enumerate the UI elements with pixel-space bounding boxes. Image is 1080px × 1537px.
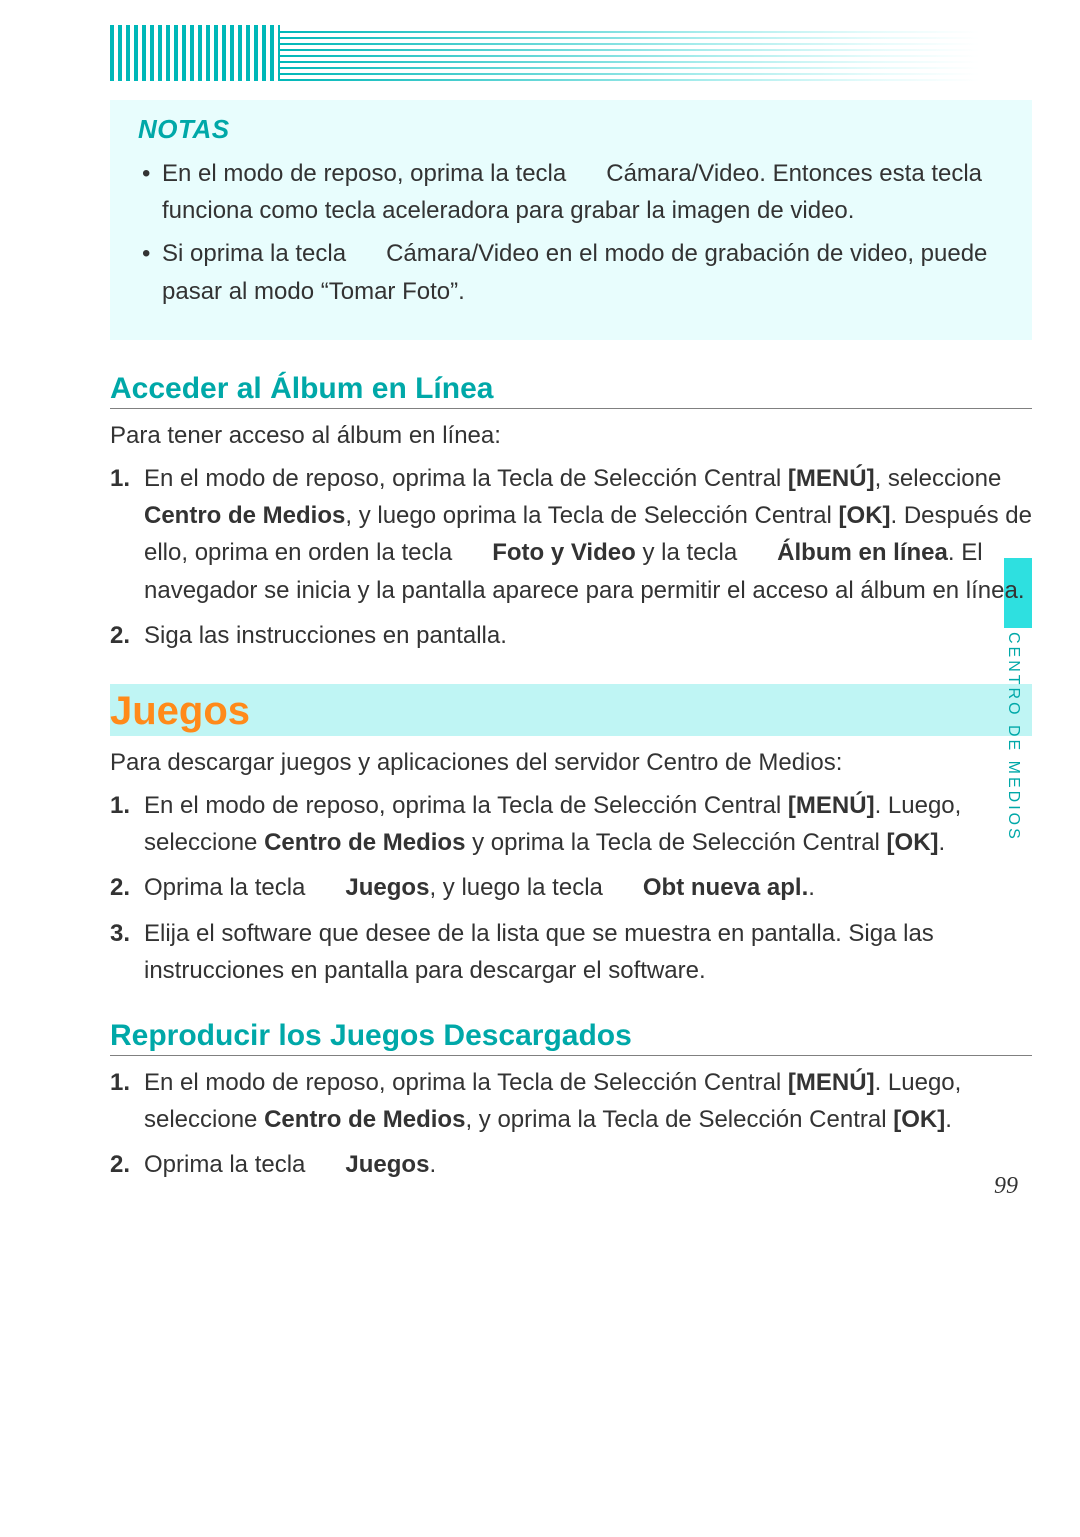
- notes-block: NOTAS En el modo de reposo, oprima la te…: [110, 100, 1032, 340]
- bold-text: [OK]: [887, 829, 939, 856]
- text: .: [429, 1151, 436, 1178]
- bold-text: Centro de Medios: [264, 1106, 465, 1133]
- header-stripes: [110, 25, 980, 81]
- bold-text: [MENÚ]: [788, 465, 875, 492]
- step-number: 1.: [110, 1064, 130, 1101]
- text: , seleccione: [875, 465, 1002, 492]
- text: Elija el software que desee de la lista …: [144, 920, 934, 984]
- page-content: NOTAS En el modo de reposo, oprima la te…: [110, 100, 1032, 1184]
- text: y oprima la Tecla de Selección Central: [465, 829, 886, 856]
- bold-text: Juegos: [345, 874, 429, 901]
- text: En el modo de reposo, oprima la tecla: [162, 160, 573, 187]
- step-item: 2. Siga las instrucciones en pantalla.: [110, 617, 1032, 654]
- bold-text: Álbum en línea: [777, 539, 948, 566]
- step-list: 1. En el modo de reposo, oprima la Tecla…: [110, 1064, 1032, 1184]
- step-number: 1.: [110, 460, 130, 497]
- text: Oprima la tecla: [144, 874, 312, 901]
- page-number: 99: [994, 1173, 1018, 1200]
- bold-text: Juegos: [345, 1151, 429, 1178]
- text: , y luego la tecla: [429, 874, 609, 901]
- notes-item: Si oprima la tecla Cámara/Video en el mo…: [138, 235, 1004, 309]
- intro-text: Para tener acceso al álbum en línea:: [110, 417, 1032, 454]
- step-number: 2.: [110, 1146, 130, 1183]
- step-item: 1. En el modo de reposo, oprima la Tecla…: [110, 787, 1032, 861]
- step-item: 3. Elija el software que desee de la lis…: [110, 915, 1032, 989]
- text: , y oprima la Tecla de Selección Central: [465, 1106, 893, 1133]
- header-stripes-dense: [110, 25, 280, 81]
- text: y la tecla: [636, 539, 744, 566]
- section-heading-major: Juegos: [110, 684, 1032, 736]
- step-list: 1. En el modo de reposo, oprima la Tecla…: [110, 460, 1032, 654]
- text: En el modo de reposo, oprima la Tecla de…: [144, 792, 788, 819]
- bold-text: [OK]: [893, 1106, 945, 1133]
- step-number: 1.: [110, 787, 130, 824]
- notes-heading: NOTAS: [138, 114, 1004, 145]
- step-number: 3.: [110, 915, 130, 952]
- section-heading: Acceder al Álbum en Línea: [110, 372, 1032, 409]
- notes-item: En el modo de reposo, oprima la tecla Cá…: [138, 155, 1004, 229]
- text: Si oprima la tecla: [162, 240, 353, 267]
- step-item: 2. Oprima la tecla Juegos, y luego la te…: [110, 869, 1032, 906]
- text: , y luego oprima la Tecla de Selección C…: [345, 502, 838, 529]
- section-heading: Reproducir los Juegos Descargados: [110, 1019, 1032, 1056]
- header-stripes-gradient: [280, 25, 980, 81]
- bold-text: [MENÚ]: [788, 1069, 875, 1096]
- step-item: 1. En el modo de reposo, oprima la Tecla…: [110, 460, 1032, 609]
- text: .: [945, 1106, 952, 1133]
- text: Oprima la tecla: [144, 1151, 312, 1178]
- text: .: [939, 829, 946, 856]
- notes-list: En el modo de reposo, oprima la tecla Cá…: [138, 155, 1004, 310]
- bold-text: [OK]: [839, 502, 891, 529]
- bold-text: [MENÚ]: [788, 792, 875, 819]
- manual-page: CENTRO DE MEDIOS NOTAS En el modo de rep…: [0, 0, 1080, 1234]
- step-number: 2.: [110, 617, 130, 654]
- text: En el modo de reposo, oprima la Tecla de…: [144, 465, 788, 492]
- step-list: 1. En el modo de reposo, oprima la Tecla…: [110, 787, 1032, 989]
- intro-text: Para descargar juegos y aplicaciones del…: [110, 744, 1032, 781]
- section-juegos: Juegos Para descargar juegos y aplicacio…: [110, 684, 1032, 989]
- section-album: Acceder al Álbum en Línea Para tener acc…: [110, 372, 1032, 654]
- step-number: 2.: [110, 869, 130, 906]
- text: .: [808, 874, 815, 901]
- bold-text: Centro de Medios: [264, 829, 465, 856]
- bold-text: Centro de Medios: [144, 502, 345, 529]
- text: En el modo de reposo, oprima la Tecla de…: [144, 1069, 788, 1096]
- bold-text: Foto y Video: [492, 539, 636, 566]
- text: Siga las instrucciones en pantalla.: [144, 622, 507, 649]
- section-reproducir: Reproducir los Juegos Descargados 1. En …: [110, 1019, 1032, 1184]
- bold-text: Obt nueva apl.: [643, 874, 808, 901]
- step-item: 2. Oprima la tecla Juegos.: [110, 1146, 1032, 1183]
- step-item: 1. En el modo de reposo, oprima la Tecla…: [110, 1064, 1032, 1138]
